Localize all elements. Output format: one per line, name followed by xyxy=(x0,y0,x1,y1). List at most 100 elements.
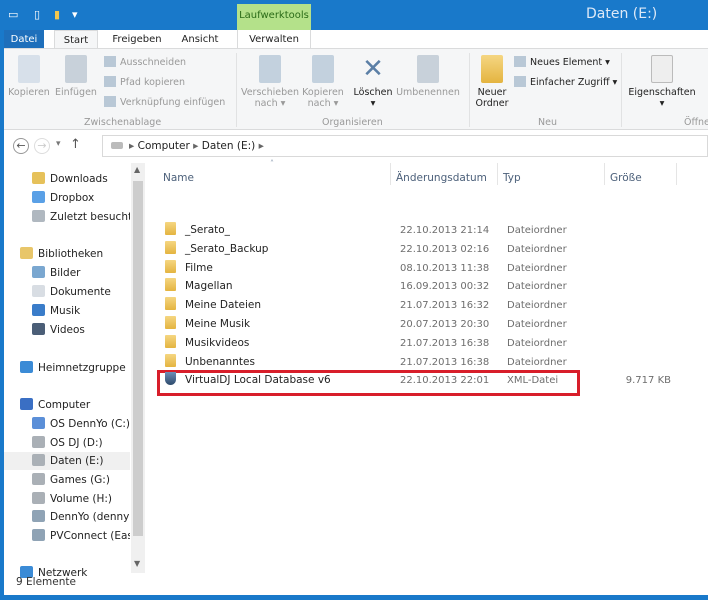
nav-item[interactable]: Bibliotheken xyxy=(4,245,130,263)
nav-item[interactable]: PVConnect (Easy xyxy=(4,527,130,545)
column-divider[interactable] xyxy=(497,163,498,185)
file-list: Name ˄ Änderungsdatum Typ Größe _Serato_… xyxy=(149,159,708,575)
nav-item[interactable]: Dokumente xyxy=(4,283,130,301)
file-type: Dateiordner xyxy=(507,356,567,368)
file-date: 20.07.2013 20:30 xyxy=(400,319,490,330)
nav-item[interactable]: Zuletzt besucht xyxy=(4,208,130,226)
nav-item[interactable]: Downloads xyxy=(4,170,130,188)
paste-shortcut-button[interactable]: Verknüpfung einfügen xyxy=(104,96,225,108)
file-row[interactable]: Filme 08.10.2013 11:38 Dateiordner xyxy=(161,259,581,278)
column-header-size[interactable]: Größe xyxy=(610,169,642,187)
downloads-icon xyxy=(32,172,45,184)
nav-item[interactable]: Heimnetzgruppe xyxy=(4,359,130,377)
pictures-icon xyxy=(32,266,45,278)
tab-verwalten[interactable]: Verwalten xyxy=(237,30,311,49)
copy-to-button[interactable]: Kopieren nach ▾ xyxy=(300,55,346,109)
recent-locations-button[interactable]: ▾ xyxy=(56,139,61,149)
ribbon: Kopieren Einfügen Ausschneiden Pfad kopi… xyxy=(4,48,708,130)
new-folder-button[interactable]: Neuer Ordner xyxy=(472,55,512,109)
forward-button[interactable]: → xyxy=(34,138,50,154)
column-header-name[interactable]: Name xyxy=(163,169,194,187)
drive-icon[interactable]: ▭ xyxy=(8,8,18,21)
paste-button[interactable]: Einfügen xyxy=(54,55,98,98)
file-row[interactable]: Unbenanntes 21.07.2013 16:38 Dateiordner xyxy=(161,353,581,372)
file-row[interactable]: _Serato_Backup 22.10.2013 02:16 Dateiordne… xyxy=(161,240,581,259)
nav-item[interactable]: DennYo (dennyo xyxy=(4,508,130,526)
scroll-up-icon[interactable]: ▲ xyxy=(134,165,140,174)
nav-scrollbar[interactable]: ▲ ▼ xyxy=(131,163,145,573)
scroll-down-icon[interactable]: ▼ xyxy=(134,559,140,568)
column-divider[interactable] xyxy=(390,163,391,185)
group-divider xyxy=(621,53,622,127)
nav-item[interactable]: Daten (E:) xyxy=(4,452,130,470)
nav-item[interactable]: Videos xyxy=(4,321,130,339)
file-date: 22.10.2013 02:16 xyxy=(400,243,490,255)
nav-item[interactable]: Computer xyxy=(4,396,130,414)
tab-freigeben[interactable]: Freigeben xyxy=(104,30,170,49)
new-item-button[interactable]: Neues Element ▾ xyxy=(514,56,610,68)
breadcrumb-daten[interactable]: Daten (E:) xyxy=(202,140,255,152)
recent-places-icon xyxy=(32,210,45,222)
file-row[interactable]: _Serato_ 22.10.2013 21:14 Dateiordner xyxy=(161,221,581,240)
properties-icon[interactable]: ▯ xyxy=(34,8,40,21)
status-bar-item-count: 9 Elemente xyxy=(16,576,76,588)
customize-quick-access-icon[interactable]: ▾ xyxy=(72,8,78,21)
file-type: Dateiordner xyxy=(507,225,567,236)
back-button[interactable]: ← xyxy=(13,138,29,154)
nav-item[interactable]: OS DennYo (C:) xyxy=(4,415,130,433)
file-size: 9.717 KB xyxy=(625,375,671,387)
breadcrumb-chevron[interactable]: ▸ xyxy=(259,140,264,152)
column-header-type[interactable]: Typ xyxy=(503,169,521,187)
icon-wrap xyxy=(165,277,176,296)
nav-item-label: Bilder xyxy=(50,267,81,279)
delete-button[interactable]: ✕ Löschen ▾ xyxy=(352,55,394,109)
file-name: Filme xyxy=(185,261,213,274)
tab-start[interactable]: Start xyxy=(54,30,98,49)
tab-datei[interactable]: Datei xyxy=(4,30,44,49)
new-folder-icon[interactable]: ▮ xyxy=(54,8,60,21)
file-type: XML-Datei xyxy=(507,375,559,387)
file-row[interactable]: Meine Musik 20.07.2013 20:30 Dateiordner xyxy=(161,315,581,334)
copy-icon xyxy=(18,55,40,83)
column-divider[interactable] xyxy=(604,163,605,185)
scrollbar-thumb[interactable] xyxy=(133,181,143,536)
delete-x-icon: ✕ xyxy=(362,54,384,84)
nav-item[interactable]: Volume (H:) xyxy=(4,490,130,508)
file-date: 21.07.2013 16:38 xyxy=(400,356,490,368)
cut-button[interactable]: Ausschneiden xyxy=(104,56,186,68)
group-label-organize: Organisieren xyxy=(322,117,383,128)
file-type: Dateiordner xyxy=(507,281,567,293)
folder-icon xyxy=(165,222,176,235)
paste-icon xyxy=(65,55,87,83)
nav-item[interactable]: Musik xyxy=(4,302,130,320)
rename-button[interactable]: Umbenennen xyxy=(396,55,460,98)
column-divider[interactable] xyxy=(676,163,677,185)
nav-item[interactable]: OS DJ (D:) xyxy=(4,434,130,452)
breadcrumb-computer[interactable]: Computer xyxy=(138,140,190,152)
file-row[interactable]: Magellan 16.09.2013 00:32 Dateiordner xyxy=(161,277,581,296)
nav-item[interactable]: Dropbox xyxy=(4,189,130,207)
file-row[interactable]: Meine Dateien 21.07.2013 16:32 Dateiordner xyxy=(161,296,581,315)
address-bar[interactable]: ▸ Computer ▸ Daten (E:) ▸ xyxy=(102,135,708,157)
easy-access-button[interactable]: Einfacher Zugriff ▾ xyxy=(514,76,617,88)
navigation-bar: ← → ▾ ↑ ▸ Computer ▸ Daten (E:) ▸ xyxy=(4,130,708,162)
file-row[interactable]: VirtualDJ Local Database v6 22.10.2013 22… xyxy=(161,371,671,390)
nav-item[interactable]: Games (G:) xyxy=(4,471,130,489)
tab-ansicht[interactable]: Ansicht xyxy=(174,30,226,49)
nav-item[interactable]: Bilder xyxy=(4,264,130,282)
file-name: Unbenanntes xyxy=(185,355,255,368)
file-date: 22.10.2013 22:01 xyxy=(400,375,490,387)
up-button[interactable]: ↑ xyxy=(70,137,81,152)
nav-item-label: PVConnect (Easy xyxy=(50,530,130,542)
copy-button[interactable]: Kopieren xyxy=(8,55,50,98)
file-row[interactable]: Musikvideos 21.07.2013 16:38 Dateiordner xyxy=(161,334,581,353)
nav-item-label: OS DJ (D:) xyxy=(50,437,103,449)
context-tab-group-label: Laufwerktools xyxy=(237,4,311,30)
copy-path-button[interactable]: Pfad kopieren xyxy=(104,76,185,88)
shortcut-icon xyxy=(104,96,116,107)
file-name: VirtualDJ Local Database v6 xyxy=(185,374,331,387)
move-to-button[interactable]: Verschieben nach ▾ xyxy=(240,55,300,109)
properties-button[interactable]: Eigenschaften ▾ xyxy=(628,55,696,109)
column-header-date[interactable]: Änderungsdatum xyxy=(396,169,487,187)
folder-icon xyxy=(481,55,503,83)
